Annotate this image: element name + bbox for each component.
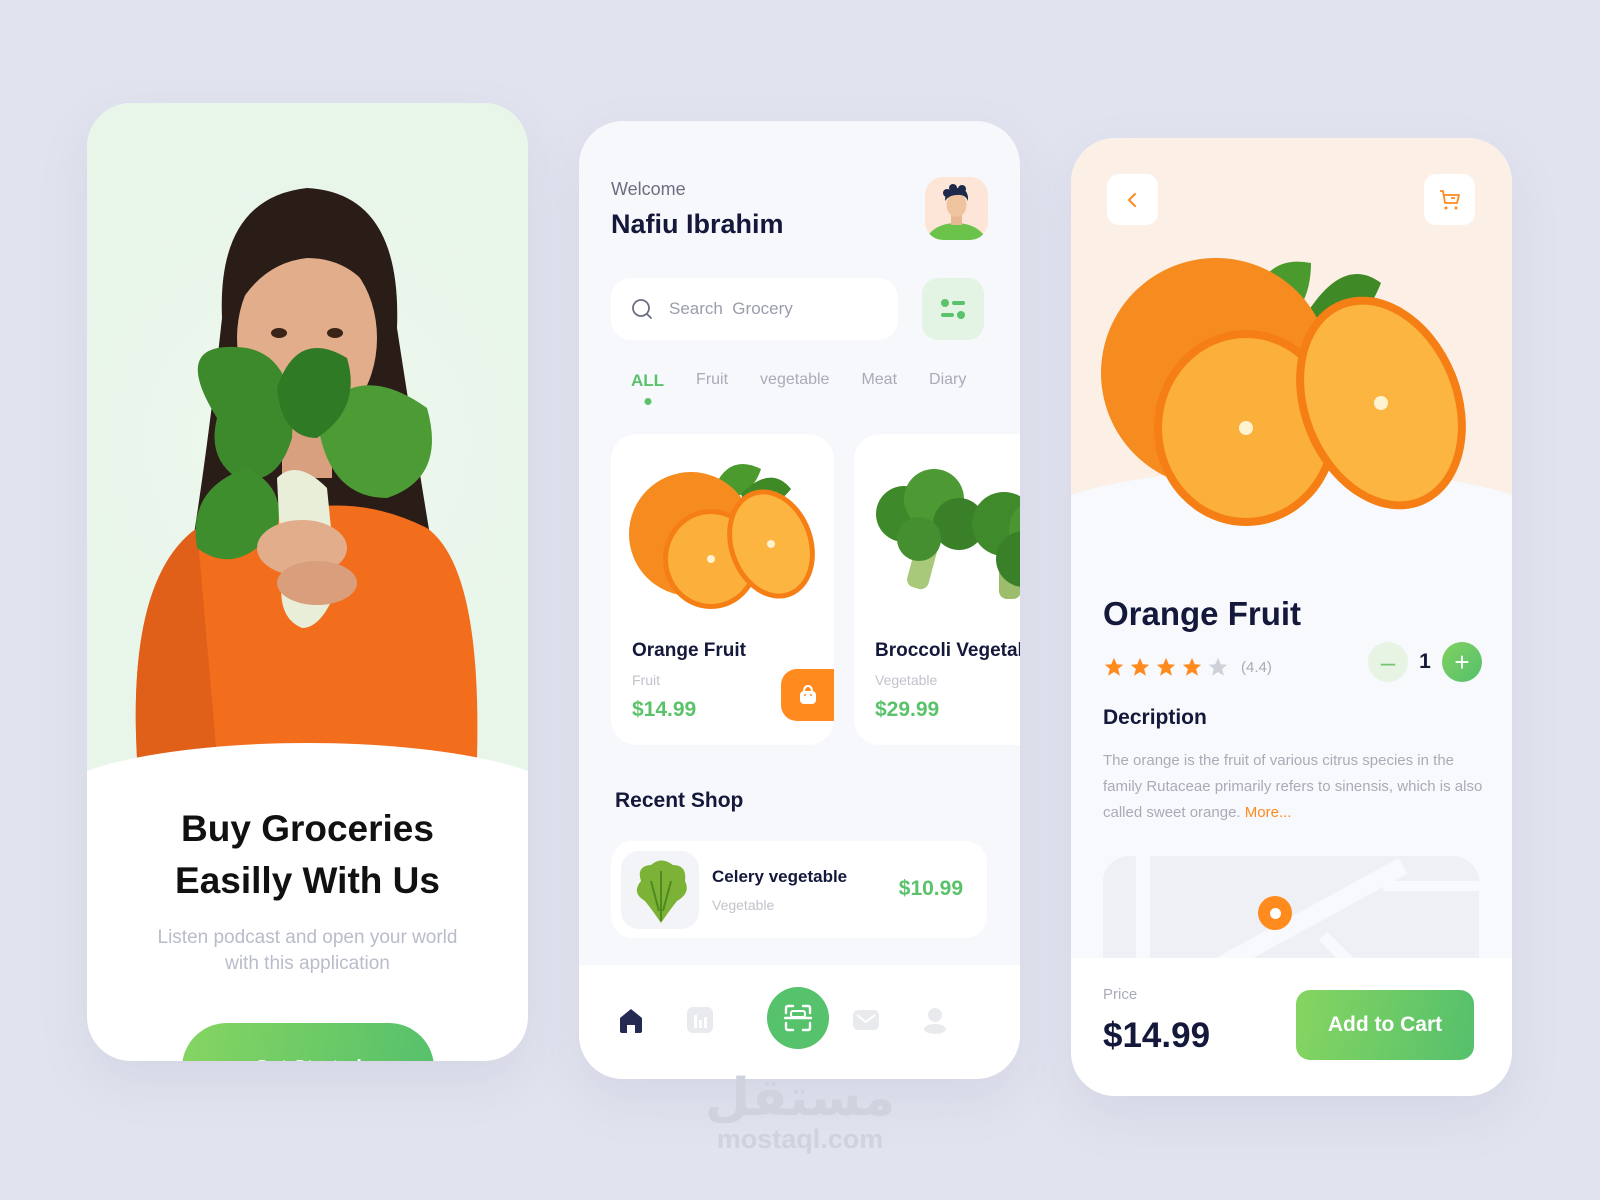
rating-value: (4.4) bbox=[1241, 658, 1272, 676]
avatar[interactable] bbox=[925, 177, 988, 240]
quantity-value: 1 bbox=[1419, 650, 1431, 673]
search-input[interactable] bbox=[669, 299, 869, 319]
recent-shop-item[interactable]: Celery vegetable Vegetable $10.99 bbox=[611, 841, 987, 938]
tab-all[interactable]: ALL bbox=[631, 371, 664, 391]
title-line-1: Buy Groceries bbox=[181, 808, 434, 849]
nav-profile[interactable] bbox=[920, 1005, 950, 1035]
scan-button[interactable] bbox=[767, 987, 829, 1049]
tab-fruit[interactable]: Fruit bbox=[696, 371, 728, 391]
celery-image bbox=[621, 851, 699, 929]
star-filled-icon bbox=[1104, 657, 1124, 676]
product-card[interactable]: Broccoli Vegetable Vegetable $29.99 bbox=[854, 434, 1020, 745]
product-name: Broccoli Vegetable bbox=[875, 640, 1020, 661]
rating-stars: (4.4) bbox=[1103, 656, 1272, 678]
orange-product-image bbox=[1101, 258, 1466, 526]
quantity-stepper: – 1 + bbox=[1368, 642, 1482, 682]
star-filled-icon bbox=[1182, 657, 1202, 676]
woman-with-vegetables-image bbox=[135, 188, 478, 758]
description-title: Decription bbox=[1103, 706, 1207, 729]
description-text: The orange is the fruit of various citru… bbox=[1103, 752, 1483, 821]
decrease-quantity-button[interactable]: – bbox=[1368, 642, 1408, 682]
welcome-label: Welcome bbox=[611, 179, 686, 199]
get-started-button[interactable]: Get Started bbox=[182, 1023, 434, 1061]
product-category: Vegetable bbox=[875, 672, 938, 688]
product-title: Orange Fruit bbox=[1103, 595, 1302, 632]
title-line-2: Easilly With Us bbox=[175, 860, 440, 901]
product-detail-screen: Orange Fruit (4.4) – 1 + Decription The … bbox=[1071, 138, 1512, 1096]
home-screen: Welcome Nafiu Ibrahim ALL Fruit vegetabl… bbox=[579, 121, 1020, 1079]
recent-item-price: $10.99 bbox=[898, 877, 963, 900]
onboarding-subtitle: Listen podcast and open your world with … bbox=[157, 927, 458, 974]
watermark-arabic: مستقل bbox=[704, 1068, 896, 1128]
user-name: Nafiu Ibrahim bbox=[611, 209, 784, 239]
bottom-navigation bbox=[579, 965, 1020, 1079]
price-bar: Price $14.99 Add to Cart bbox=[1071, 958, 1512, 1096]
broccoli-image bbox=[876, 469, 1020, 599]
profile-icon bbox=[924, 1008, 946, 1034]
onboarding-title: Buy Groceries Easilly With Us bbox=[87, 803, 528, 907]
tab-diary[interactable]: Diary bbox=[929, 371, 966, 391]
star-filled-icon bbox=[1130, 657, 1150, 676]
home-icon bbox=[620, 1009, 642, 1033]
chart-icon bbox=[687, 1007, 713, 1033]
avatar-illustration-icon bbox=[926, 184, 986, 240]
watermark-latin: mostaql.com bbox=[716, 1124, 884, 1154]
filter-button[interactable] bbox=[922, 278, 984, 340]
star-filled-icon bbox=[1156, 657, 1176, 676]
more-link[interactable]: More... bbox=[1245, 804, 1292, 821]
product-category: Fruit bbox=[632, 672, 660, 688]
tab-meat[interactable]: Meat bbox=[861, 371, 897, 391]
increase-quantity-button[interactable]: + bbox=[1442, 642, 1482, 682]
recent-item-category: Vegetable bbox=[712, 897, 775, 913]
chevron-left-icon bbox=[1127, 192, 1136, 207]
product-name: Orange Fruit bbox=[632, 640, 747, 661]
hero-banner bbox=[87, 103, 528, 803]
shopping-bag-icon bbox=[799, 684, 816, 704]
price-label: Price bbox=[1103, 986, 1138, 1003]
cart-icon bbox=[1439, 189, 1460, 209]
add-to-cart-button[interactable]: Add to Cart bbox=[1296, 990, 1474, 1060]
tab-vegetable[interactable]: vegetable bbox=[760, 371, 829, 391]
price-value: $14.99 bbox=[1103, 1016, 1211, 1055]
recent-shop-title: Recent Shop bbox=[615, 789, 744, 812]
watermark: مستقل mostaql.com bbox=[680, 1072, 920, 1154]
nav-home[interactable] bbox=[616, 1005, 646, 1035]
mail-icon bbox=[853, 1010, 879, 1030]
product-price: $29.99 bbox=[875, 698, 940, 721]
location-pin-icon bbox=[1258, 896, 1292, 930]
nav-stats[interactable] bbox=[685, 1005, 715, 1035]
search-icon bbox=[632, 299, 652, 319]
back-button[interactable] bbox=[1107, 174, 1158, 225]
product-price: $14.99 bbox=[632, 698, 697, 721]
nav-messages[interactable] bbox=[851, 1005, 881, 1035]
star-empty-icon bbox=[1208, 657, 1228, 676]
onboarding-screen: Buy Groceries Easilly With Us Listen pod… bbox=[87, 103, 528, 1061]
category-tabs: ALL Fruit vegetable Meat Diary bbox=[631, 371, 998, 391]
add-to-bag-button[interactable] bbox=[781, 669, 834, 721]
filter-sliders-icon bbox=[941, 299, 965, 319]
orange-image bbox=[629, 464, 815, 609]
recent-item-name: Celery vegetable bbox=[712, 867, 848, 886]
product-card[interactable]: Orange Fruit Fruit $14.99 bbox=[611, 434, 834, 745]
scan-icon bbox=[783, 1004, 813, 1032]
search-field[interactable] bbox=[611, 278, 898, 340]
cart-button[interactable] bbox=[1424, 174, 1475, 225]
